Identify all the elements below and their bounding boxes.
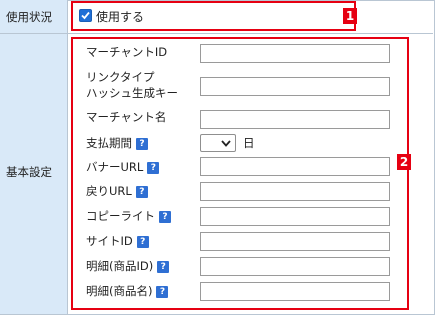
chevron-down-icon <box>221 140 231 147</box>
copyright-input[interactable] <box>200 207 390 226</box>
usage-badge: 1 <box>343 8 357 24</box>
help-icon[interactable]: ? <box>136 138 148 150</box>
detail-product-id-input[interactable] <box>200 257 390 276</box>
merchant-id-input[interactable] <box>200 44 390 63</box>
help-icon[interactable]: ? <box>156 286 169 298</box>
payment-period-unit: 日 <box>243 136 255 150</box>
detail-product-name-label: 明細(商品名)? <box>86 284 169 299</box>
site-id-label: サイトID? <box>86 234 149 249</box>
link-type-label-line2: ハッシュ生成キー <box>86 86 178 100</box>
checkmark-icon <box>81 11 90 20</box>
return-url-input[interactable] <box>200 182 390 201</box>
detail-product-name-input[interactable] <box>200 282 390 301</box>
site-id-input[interactable] <box>200 232 390 251</box>
usage-row-label: 使用状況 <box>0 0 68 33</box>
link-type-label-line1: リンクタイプ <box>86 70 155 84</box>
banner-url-label: バナーURL? <box>86 160 160 175</box>
usage-label: 使用状況 <box>6 10 52 24</box>
basic-badge: 2 <box>397 154 411 170</box>
return-url-label: 戻りURL? <box>86 184 148 199</box>
use-checkbox[interactable] <box>79 9 92 22</box>
help-icon[interactable]: ? <box>159 211 171 223</box>
payment-period-label: 支払期間? <box>86 136 148 151</box>
detail-product-id-label: 明細(商品ID)? <box>86 259 170 274</box>
detail-product-id-text: 明細(商品ID) <box>86 259 154 273</box>
basic-label: 基本設定 <box>6 165 52 179</box>
copyright-text: コピーライト <box>86 209 155 223</box>
detail-product-name-text: 明細(商品名) <box>86 284 153 298</box>
use-checkbox-label[interactable]: 使用する <box>96 8 144 25</box>
copyright-label: コピーライト? <box>86 209 171 224</box>
merchant-id-label: マーチャントID <box>86 45 168 59</box>
banner-url-input[interactable] <box>200 157 390 176</box>
help-icon[interactable]: ? <box>135 186 148 198</box>
merchant-name-label: マーチャント名 <box>86 110 167 124</box>
payment-period-select[interactable] <box>200 134 236 152</box>
help-icon[interactable]: ? <box>147 162 160 174</box>
site-id-text: サイトID <box>86 234 133 248</box>
return-url-text: 戻りURL <box>86 184 132 198</box>
payment-period-text: 支払期間 <box>86 136 132 150</box>
basic-row-label: 基本設定 <box>0 34 68 314</box>
help-icon[interactable]: ? <box>157 261 170 273</box>
hash-key-input[interactable] <box>200 77 390 96</box>
banner-url-text: バナーURL <box>86 160 144 174</box>
merchant-name-input[interactable] <box>200 110 390 129</box>
help-icon[interactable]: ? <box>136 236 149 248</box>
